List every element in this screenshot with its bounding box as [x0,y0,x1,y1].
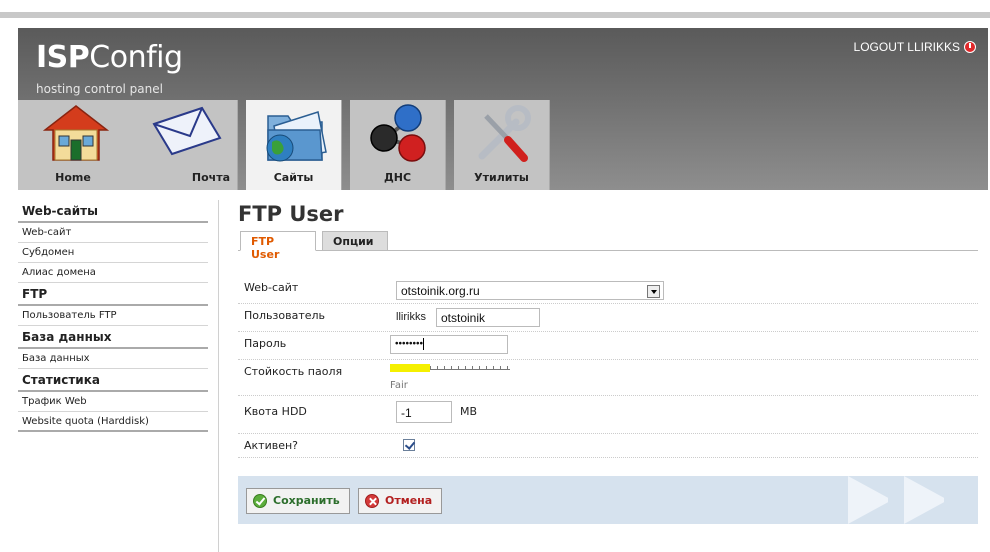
row-quota: Квота HDD -1 MB [238,396,978,434]
tab-options[interactable]: Опции [322,231,388,251]
quota-label: Квота HDD [244,405,307,418]
username-input[interactable]: otstoinik [436,308,540,327]
tab-dns[interactable]: ДНС [350,100,446,190]
tab-sites-label: Сайты [273,171,314,184]
password-strength-meter [390,364,510,372]
strength-fill [390,364,430,372]
app-logo[interactable]: ISPConfig [36,40,183,75]
password-input[interactable]: •••••••• [390,335,508,354]
chevron-down-icon [647,285,660,298]
sidebar-item-web-traffic[interactable]: Трафик Web [18,392,208,412]
sidebar-item-domain-alias[interactable]: Алиас домена [18,263,208,283]
password-label: Пароль [244,337,287,350]
tab-ftp-user[interactable]: FTP User [240,231,316,261]
sidebar-divider [218,200,219,552]
app-tagline: hosting control panel [36,82,163,96]
tab-tools-label: Утилиты [474,171,529,184]
logout-link[interactable]: LOGOUT LLIRIKKS [854,40,976,54]
sidebar-item-subdomain[interactable]: Субдомен [18,243,208,263]
tab-group-home-mail: Home Почта [18,100,238,190]
sidebar: Web-сайты Web-сайт Субдомен Алиас домена… [18,200,208,432]
chevron-decor-2b [944,476,978,524]
row-website: Web-сайт otstoinik.org.ru [238,276,978,304]
form-tabs: FTP User Опции [238,231,978,261]
house-icon [43,105,109,161]
username-label: Пользователь [244,309,326,322]
active-checkbox[interactable] [403,439,415,451]
row-strength: Стойкость паоля Fair [238,360,978,396]
quota-input[interactable]: -1 [396,401,452,423]
sidebar-group-ftp: FTP [18,283,208,306]
tools-icon [478,105,531,162]
logout-label: LOGOUT LLIRIKKS [853,40,960,54]
cancel-button-label: Отмена [385,494,433,507]
app-header: ISPConfig hosting control panel LOGOUT L… [18,28,988,190]
sidebar-item-ftp-user[interactable]: Пользователь FTP [18,306,208,326]
sidebar-item-website-quota[interactable]: Website quota (Harddisk) [18,412,208,432]
row-password: Пароль •••••••• [238,332,978,360]
website-select[interactable]: otstoinik.org.ru [396,281,664,300]
quota-unit: MB [460,405,478,418]
save-button-label: Сохранить [273,494,340,507]
sidebar-item-website[interactable]: Web-сайт [18,223,208,243]
form-button-bar: Сохранить Отмена [238,476,978,524]
tab-dns-label: ДНС [383,171,412,184]
checkmark-icon [253,494,267,508]
website-select-value: otstoinik.org.ru [401,284,480,298]
save-button[interactable]: Сохранить [246,488,350,514]
website-label: Web-сайт [244,281,299,294]
tab-sites[interactable]: Сайты [246,100,342,190]
strength-ticks [430,366,510,370]
power-icon [964,41,976,53]
active-label: Активен? [244,439,299,452]
folder-globe-icon [266,111,327,162]
sidebar-group-websites: Web-сайты [18,200,208,223]
strength-text: Fair [390,380,408,391]
tab-mail[interactable]: Почта [128,100,238,190]
password-mask: •••••••• [395,338,424,350]
chevron-decor-2 [904,476,948,524]
sidebar-group-stats: Статистика [18,369,208,392]
network-nodes-icon [370,104,426,162]
sidebar-item-database[interactable]: База данных [18,349,208,369]
top-divider [0,12,990,18]
tab-tools[interactable]: Утилиты [454,100,550,190]
tab-home[interactable]: Home [18,100,128,190]
page-title: FTP User [238,202,344,226]
strength-label: Стойкость паоля [244,365,343,378]
chevron-decor-1 [848,476,892,524]
main-nav: Home Почта Сайты ДНС Утилиты [18,100,988,190]
main-content: FTP User FTP User Опции Web-сайт otstoin… [238,200,978,458]
envelope-icon [152,106,222,156]
username-prefix: llirikks [396,311,426,323]
close-icon [365,494,379,508]
tab-home-label: Home [55,171,91,184]
row-active: Активен? [238,434,978,458]
tab-mail-label: Почта [191,171,230,184]
cancel-button[interactable]: Отмена [358,488,442,514]
row-username: Пользователь llirikks otstoinik [238,304,978,332]
sidebar-group-database: База данных [18,326,208,349]
